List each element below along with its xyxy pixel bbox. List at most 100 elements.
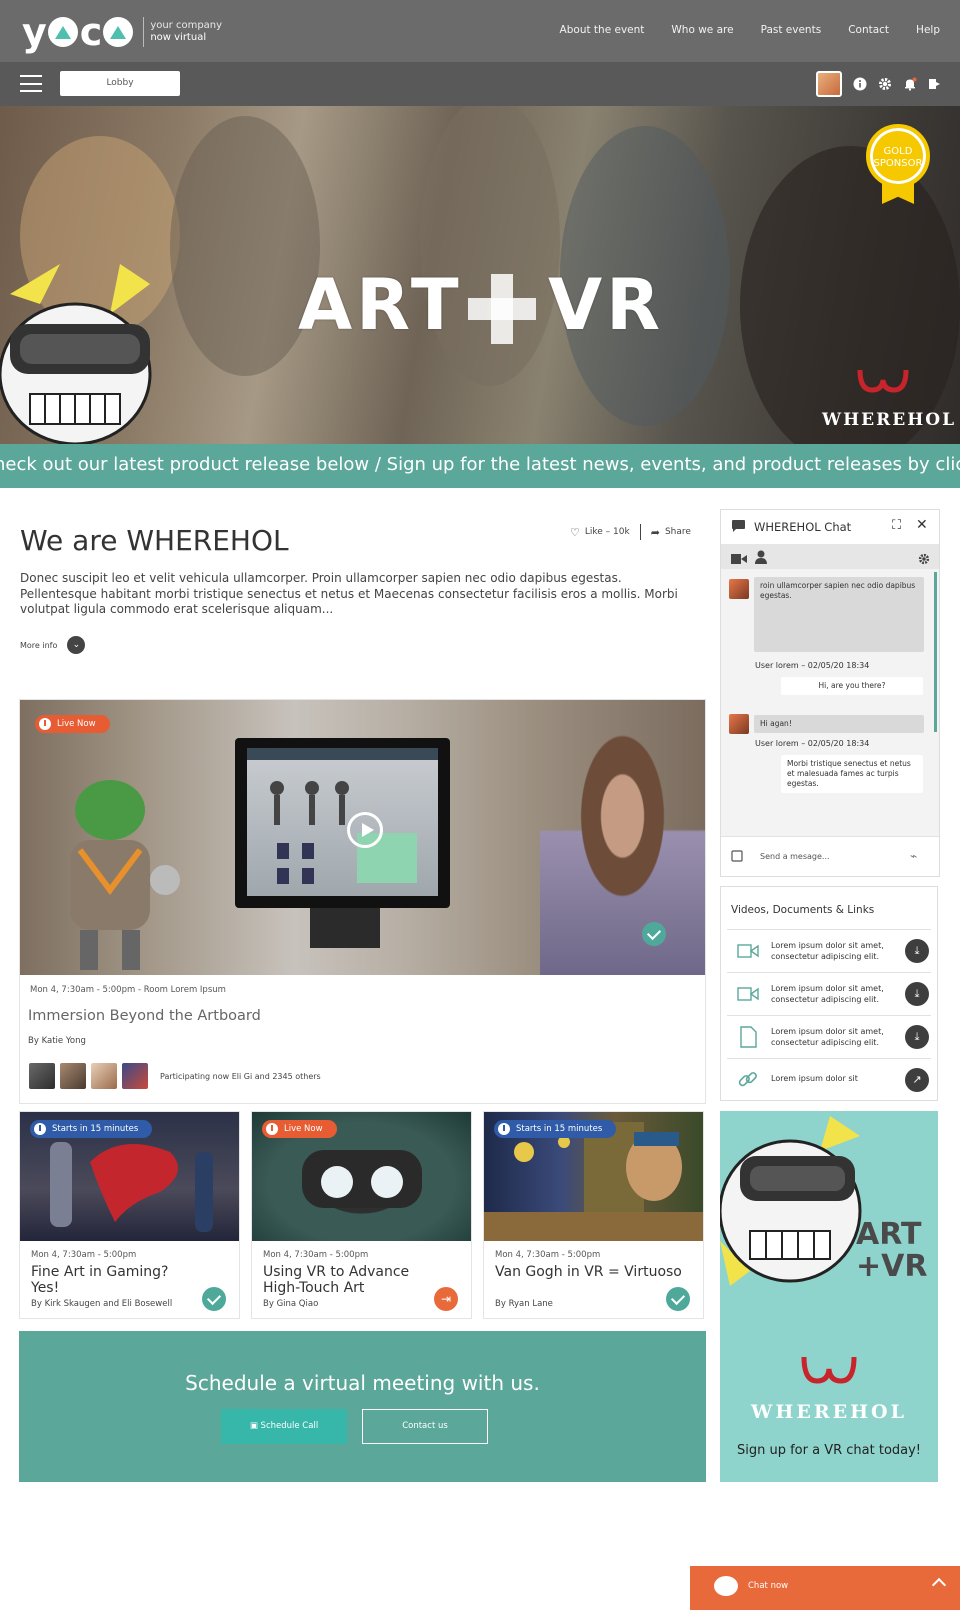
attachment-icon[interactable]: ⌁ [910,849,917,863]
session-time: Mon 4, 7:30am - 5:00pm [495,1250,601,1260]
more-info-toggle[interactable]: More info ⌄ [20,636,86,654]
contact-us-button[interactable]: Contact us [362,1409,488,1444]
expand-icon[interactable]: ⛶ [892,518,901,533]
wherehol-glasses-logo [801,1356,857,1384]
resources-panel: Videos, Documents & Links Lorem ipsum do… [720,886,938,1101]
message-meta: User lorem – 02/05/20 18:34 [755,739,870,748]
menu-icon[interactable] [20,75,42,92]
attendee-avatar[interactable] [60,1063,86,1089]
download-icon[interactable]: ⤓ [905,1025,929,1049]
session-title[interactable]: Using VR to Advance High-Touch Art [263,1264,433,1296]
message-meta: User lorem – 02/05/20 18:34 [755,661,870,670]
link-icon [738,1072,757,1087]
check-icon[interactable] [202,1287,226,1311]
check-icon[interactable] [642,922,666,946]
resource-item[interactable]: Lorem ipsum dolor sit amet, consectetur … [727,972,931,1014]
share-icon[interactable]: ➦ [651,526,660,539]
main-nav: About the event Who we are Past events C… [560,24,940,36]
chat-now-bar[interactable]: Chat now [690,1566,960,1610]
session-speaker: By Katie Yong [28,1036,86,1046]
gear-icon[interactable] [918,550,930,569]
attendee-avatar[interactable] [91,1063,117,1089]
resource-item[interactable]: Lorem ipsum dolor sit amet, consectetur … [727,1015,931,1057]
chat-header: WHEREHOL Chat ⛶ ✕ [721,510,939,544]
video-icon [737,987,759,1001]
session-title[interactable]: Van Gogh in VR = Virtuoso [495,1264,685,1280]
featured-session-image: Live Now [20,700,705,975]
ticker-text: heck out our latest product release belo… [0,454,960,475]
join-session-icon[interactable]: ⇥ [434,1287,458,1311]
note-icon[interactable] [731,850,743,864]
video-call-icon[interactable] [731,550,747,569]
chat-input[interactable]: Send a mesage... ⌁ [721,836,939,876]
logo-tagline: your company now virtual [150,20,223,43]
resource-item[interactable]: Lorem ipsum dolor sit amet, consectetur … [727,929,931,971]
session-speaker: By Kirk Skaugen and Eli Bosewell [31,1299,173,1309]
heart-icon[interactable]: ♡ [570,526,580,539]
chevron-down-icon[interactable]: ⌄ [67,636,86,654]
info-icon[interactable] [853,77,867,91]
nav-help[interactable]: Help [916,24,940,36]
bell-icon[interactable] [903,77,917,91]
attendee-avatar[interactable] [122,1063,148,1089]
logout-icon[interactable] [928,77,942,91]
share-button[interactable]: Share [665,527,691,537]
top-navigation-bar: y c your company now virtual About the e… [0,0,960,62]
chat-now-label: Chat now [748,1581,789,1591]
chevron-up-icon[interactable] [931,1577,947,1593]
nav-who-we-are[interactable]: Who we are [671,24,733,36]
chat-message: roin ullamcorper sapien nec odio dapibus… [754,577,924,652]
logo-triangle-icon [103,17,134,47]
lobby-selector[interactable]: Lobby [60,71,180,96]
user-avatar [729,579,749,599]
hero-banner: ART VR GOLD SPONSOR WHEREHOL [0,106,960,444]
like-count[interactable]: Like – 10k [585,527,630,537]
nav-past-events[interactable]: Past events [761,24,822,36]
user-avatar[interactable] [816,71,842,97]
message-placeholder: Send a mesage... [760,852,830,861]
gear-icon[interactable] [878,77,892,91]
external-link-icon[interactable]: ↗ [905,1068,929,1092]
session-time: Mon 4, 7:30am - 5:00pm - Room Lorem Ipsu… [30,985,226,995]
session-title[interactable]: Immersion Beyond the Artboard [28,1008,261,1024]
attendee-avatar[interactable] [29,1063,55,1089]
participants-text: Participating now Eli Gi and 2345 others [160,1071,321,1081]
clock-icon [266,1123,278,1135]
chat-title: WHEREHOL Chat [754,520,852,534]
close-icon[interactable]: ✕ [916,517,928,533]
clock-icon [34,1123,46,1135]
sponsor-ad[interactable]: ART +VR WHEREHOL Sign up for a VR chat to… [720,1111,938,1482]
nav-contact[interactable]: Contact [848,24,889,36]
more-info-label: More info [20,640,58,650]
session-card[interactable]: Live Now Mon 4, 7:30am - 5:00pm Using VR… [251,1111,472,1319]
schedule-call-button[interactable]: ▣ Schedule Call [221,1409,347,1444]
document-icon [740,1026,757,1048]
chat-messages[interactable]: roin ullamcorper sapien nec odio dapibus… [721,569,939,836]
session-card[interactable]: Starts in 15 minutes Mon 4, 7:30am - 5:0… [19,1111,240,1319]
user-icon[interactable] [755,549,767,568]
chat-scrollbar[interactable] [934,572,937,732]
session-title[interactable]: Fine Art in Gaming? Yes! [31,1264,201,1296]
session-time: Mon 4, 7:30am - 5:00pm [31,1250,137,1260]
attendees-row: Participating now Eli Gi and 2345 others [29,1063,321,1089]
download-icon[interactable]: ⤓ [905,939,929,963]
live-now-badge: Live Now [262,1120,337,1138]
user-avatar [729,714,749,734]
featured-session-card[interactable]: Live Now Mon 4, 7:30am - 5:00pm - Room L… [19,699,706,1104]
page-title: We are WHEREHOL [20,524,289,557]
hero-brand-name: WHEREHOL [822,410,957,430]
resource-item[interactable]: Lorem ipsum dolor sit ↗ [727,1058,931,1100]
nav-about-the-event[interactable]: About the event [560,24,645,36]
check-icon[interactable] [666,1287,690,1311]
vr-skull-illustration [0,264,152,444]
play-button[interactable] [347,812,383,848]
ad-cta-text[interactable]: Sign up for a VR chat today! [720,1443,938,1458]
clock-icon [498,1123,510,1135]
chat-toolbar [721,544,939,569]
download-icon[interactable]: ⤓ [905,982,929,1006]
session-card[interactable]: Starts in 15 minutes Mon 4, 7:30am - 5:0… [483,1111,704,1319]
resources-title: Videos, Documents & Links [731,904,875,916]
announcement-ticker[interactable]: heck out our latest product release belo… [0,444,960,488]
chat-bubble-icon [731,519,746,536]
yoco-logo[interactable]: y c your company now virtual [22,10,223,54]
